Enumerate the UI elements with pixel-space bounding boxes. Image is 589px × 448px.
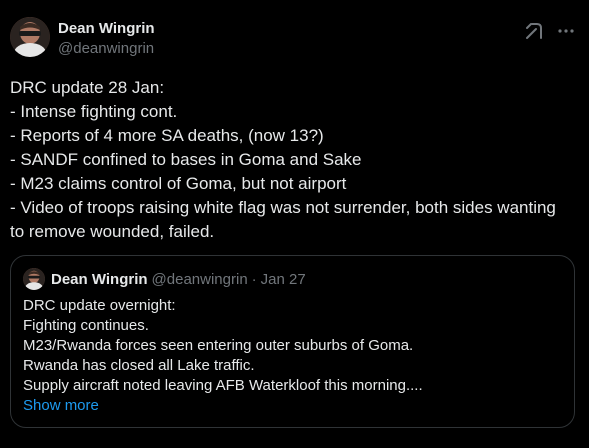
quoted-tweet-header: Dean Wingrin @deanwingrin · Jan 27 [23,268,562,290]
tweet-header: Dean Wingrin @deanwingrin [10,17,579,61]
tweet-text-line: - SANDF confined to bases in Goma and Sa… [10,150,362,169]
quoted-user-avatar-icon [23,268,45,290]
tweet-text-line: - Intense fighting cont. [10,102,178,121]
author-handle[interactable]: @deanwingrin [58,39,155,59]
more-horizontal-icon[interactable] [555,20,577,42]
author-display-name[interactable]: Dean Wingrin [58,20,155,38]
quoted-tweet-text: DRC update overnight: Fighting continues… [23,296,562,396]
user-avatar-icon[interactable] [10,17,50,57]
header-actions [523,20,577,42]
quoted-text-line: Fighting continues. [23,317,149,334]
quoted-text-line: Supply aircraft noted leaving AFB Waterk… [23,377,423,394]
tweet-text-line: to remove wounded, failed. [10,222,215,241]
quoted-separator: · [251,270,257,288]
tweet-text: DRC update 28 Jan: - Intense fighting co… [10,76,579,244]
quoted-author-display-name: Dean Wingrin [51,270,148,288]
quoted-date: Jan 27 [260,270,306,288]
quoted-author-handle: @deanwingrin [151,270,248,288]
tweet-card: Dean Wingrin @deanwingrin DRC update 28 … [0,0,589,448]
grok-icon[interactable] [523,20,545,42]
tweet-text-line: - Reports of 4 more SA deaths, (now 13?) [10,126,324,145]
tweet-text-line: - M23 claims control of Goma, but not ai… [10,174,347,193]
quoted-tweet[interactable]: Dean Wingrin @deanwingrin · Jan 27 DRC u… [10,255,575,428]
quoted-text-line: DRC update overnight: [23,297,176,314]
show-more-link[interactable]: Show more [23,396,99,416]
quoted-text-line: Rwanda has closed all Lake traffic. [23,357,255,374]
quoted-text-line: M23/Rwanda forces seen entering outer su… [23,337,414,354]
tweet-text-line: - Video of troops raising white flag was… [10,198,556,217]
author-names: Dean Wingrin @deanwingrin [58,20,155,59]
tweet-text-line: DRC update 28 Jan: [10,78,165,97]
